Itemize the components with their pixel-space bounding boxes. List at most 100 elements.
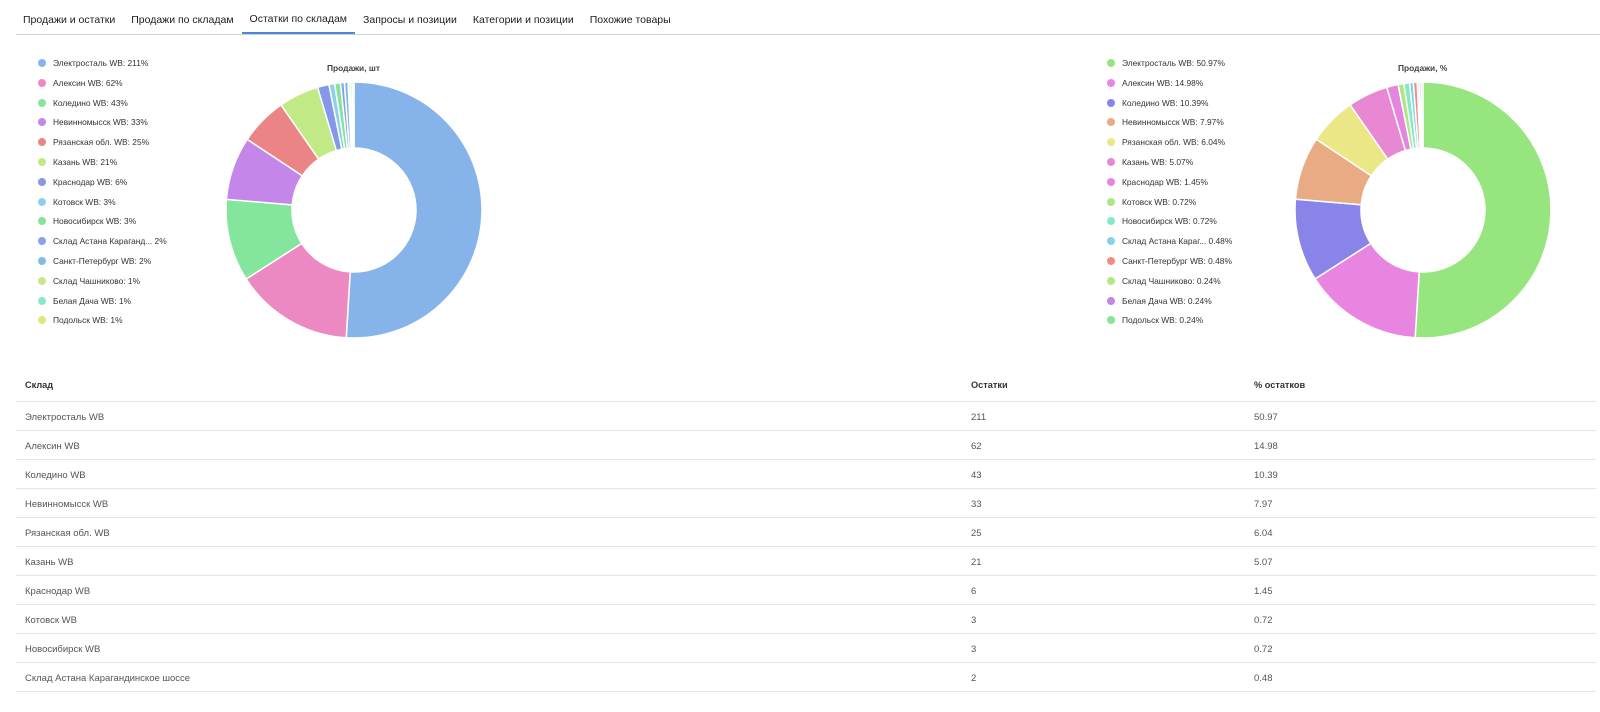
table-row[interactable]: Электросталь WB 211 50.97 <box>16 402 1596 431</box>
legend-item[interactable]: Новосибирск WB: 3% <box>38 215 136 227</box>
legend-item[interactable]: Коледино WB: 10.39% <box>1107 97 1208 109</box>
cell-warehouse: Котовск WB <box>25 615 77 626</box>
donut-slice[interactable] <box>351 81 355 149</box>
cell-stock: 25 <box>971 528 982 539</box>
tab-5[interactable]: Категории и позиции <box>465 0 582 34</box>
legend-label: Котовск WB: 3% <box>53 196 116 207</box>
legend-item[interactable]: Склад Чашниково: 0.24% <box>1107 275 1221 287</box>
legend-item[interactable]: Котовск WB: 0.72% <box>1107 196 1196 208</box>
cell-stock-percent: 14.98 <box>1254 441 1278 452</box>
table-row[interactable]: Казань WB 21 5.07 <box>16 547 1596 576</box>
column-header-stock[interactable]: Остатки <box>971 380 1008 390</box>
legend-swatch <box>38 98 46 107</box>
legend-label: Коледино WB: 43% <box>53 97 128 108</box>
legend-label: Казань WB: 21% <box>53 157 118 167</box>
legend-swatch <box>38 138 46 147</box>
legend-item[interactable]: Краснодар WB: 6% <box>38 176 127 188</box>
legend-item[interactable]: Белая Дача WB: 1% <box>38 295 131 307</box>
tab-bar: Продажи и остатки Продажи по складам Остат… <box>16 0 1600 35</box>
chart-title-right: Продажи, % <box>1398 63 1448 73</box>
tab-3[interactable]: Остатки по складам <box>241 0 356 34</box>
chart-title-left: Продажи, шт <box>327 63 380 73</box>
cell-stock-percent: 5.07 <box>1254 557 1273 568</box>
donut-slice[interactable] <box>1414 81 1552 339</box>
legend-label: Склад Чашниково: 0.24% <box>1122 275 1221 286</box>
table-header-row: Склад Остатки % остатков <box>16 379 1596 402</box>
legend-item[interactable]: Рязанская обл. WB: 25% <box>38 136 149 148</box>
legend-item[interactable]: Санкт-Петербург WB: 0.48% <box>1107 255 1232 267</box>
tab-4[interactable]: Запросы и позиции <box>355 0 465 34</box>
legend-label: Электросталь WB: 50.97% <box>1122 58 1225 68</box>
donut-slice[interactable] <box>1420 81 1424 149</box>
legend-item[interactable]: Санкт-Петербург WB: 2% <box>38 255 151 267</box>
legend-item[interactable]: Склад Астана Караг... 0.48% <box>1107 235 1232 247</box>
cell-stock: 43 <box>971 470 982 481</box>
tab-2[interactable]: Продажи по складам <box>123 0 241 34</box>
legend-swatch <box>1107 257 1115 265</box>
legend-item[interactable]: Алексин WB: 62% <box>38 77 123 89</box>
legend-item[interactable]: Казань WB: 21% <box>38 156 117 168</box>
legend-label: Новосибирск WB: 0.72% <box>1122 216 1217 227</box>
legend-item[interactable]: Склад Астана Караганд... 2% <box>38 235 167 247</box>
table-row[interactable]: Коледино WB 43 10.39 <box>16 460 1596 489</box>
cell-warehouse: Коледино WB <box>25 470 86 481</box>
cell-warehouse: Склад Астана Карагандинское шоссе <box>25 673 191 684</box>
cell-warehouse: Электросталь WB <box>25 412 105 423</box>
table-row[interactable]: Алексин WB 62 14.98 <box>16 431 1596 460</box>
table-row[interactable]: Котовск WB 3 0.72 <box>16 605 1596 634</box>
cell-stock: 3 <box>971 615 977 626</box>
legend-label: Рязанская обл. WB: 25% <box>53 137 150 148</box>
legend-item[interactable]: Невинномысск WB: 33% <box>38 116 148 128</box>
legend-label: Рязанская обл. WB: 6.04% <box>1122 137 1226 148</box>
donut-slice[interactable] <box>345 81 483 339</box>
legend-item[interactable]: Котовск WB: 3% <box>38 196 116 208</box>
cell-stock-percent: 0.48 <box>1254 673 1273 684</box>
cell-stock-percent: 10.39 <box>1254 470 1278 481</box>
column-header-stock-percent[interactable]: % остатков <box>1254 380 1305 390</box>
legend-swatch <box>1107 98 1115 107</box>
legend-item[interactable]: Казань WB: 5.07% <box>1107 156 1193 168</box>
legend-item[interactable]: Белая Дача WB: 0.24% <box>1107 295 1212 307</box>
legend-item[interactable]: Невинномысск WB: 7.97% <box>1107 116 1224 128</box>
legend-label: Белая Дача WB: 1% <box>53 295 132 306</box>
legend-label: Новосибирск WB: 3% <box>53 216 137 227</box>
legend-label: Подольск WB: 1% <box>53 315 123 326</box>
legend-item[interactable]: Подольск WB: 0.24% <box>1107 314 1203 326</box>
legend-label: Санкт-Петербург WB: 2% <box>53 256 152 266</box>
cell-stock-percent: 6.04 <box>1254 528 1273 539</box>
legend-swatch <box>1107 237 1115 246</box>
tab-1[interactable]: Продажи и остатки <box>16 0 123 34</box>
tab-6[interactable]: Похожие товары <box>582 0 679 34</box>
legend-label: Невинномысск WB: 7.97% <box>1122 117 1224 128</box>
table-row[interactable]: Невинномысск WB 33 7.97 <box>16 489 1596 518</box>
legend-swatch <box>1107 59 1115 67</box>
legend-swatch <box>1107 118 1115 127</box>
donut-chart-right <box>1294 81 1552 339</box>
table-row[interactable]: Склад Астана Карагандинское шоссе 2 0.48 <box>16 663 1596 692</box>
legend-label: Белая Дача WB: 0.24% <box>1122 295 1212 306</box>
table-row[interactable]: Новосибирск WB 3 0.72 <box>16 634 1596 663</box>
cell-stock: 62 <box>971 441 982 452</box>
legend-item[interactable]: Новосибирск WB: 0.72% <box>1107 215 1217 227</box>
table-row[interactable]: Рязанская обл. WB 25 6.04 <box>16 518 1596 547</box>
legend-item[interactable]: Рязанская обл. WB: 6.04% <box>1107 136 1225 148</box>
legend-label: Склад Астана Караганд... 2% <box>53 236 167 247</box>
cell-stock-percent: 50.97 <box>1254 412 1278 423</box>
cell-warehouse: Рязанская обл. WB <box>25 528 110 539</box>
legend-item[interactable]: Алексин WB: 14.98% <box>1107 77 1203 89</box>
legend-swatch <box>1107 78 1115 87</box>
legend-item[interactable]: Электросталь WB: 50.97% <box>1107 57 1225 69</box>
cell-stock-percent: 7.97 <box>1254 499 1273 510</box>
legend-swatch <box>1107 276 1115 285</box>
cell-warehouse: Казань WB <box>25 557 74 568</box>
legend-label: Краснодар WB: 6% <box>53 176 128 187</box>
cell-stock: 33 <box>971 499 982 510</box>
table-row[interactable]: Краснодар WB 6 1.45 <box>16 576 1596 605</box>
legend-item[interactable]: Коледино WB: 43% <box>38 97 128 109</box>
column-header-warehouse[interactable]: Склад <box>25 380 53 390</box>
legend-item[interactable]: Электросталь WB: 211% <box>38 57 148 69</box>
legend-label: Подольск WB: 0.24% <box>1122 315 1204 326</box>
legend-item[interactable]: Подольск WB: 1% <box>38 314 123 326</box>
legend-item[interactable]: Краснодар WB: 1.45% <box>1107 176 1208 188</box>
legend-item[interactable]: Склад Чашниково: 1% <box>38 275 140 287</box>
